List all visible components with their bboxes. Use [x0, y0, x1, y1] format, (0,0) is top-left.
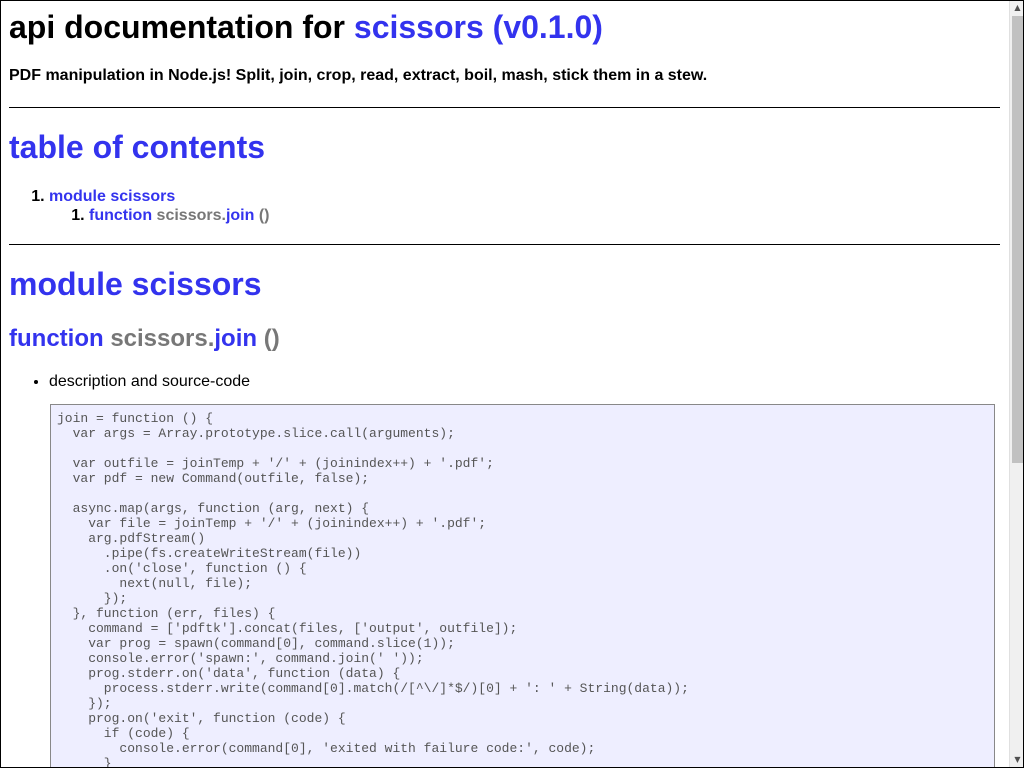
toc-list: module scissors function scissors.join (…	[9, 187, 269, 225]
function-keyword: function	[9, 325, 104, 352]
toc-link-module-scissors[interactable]: module scissors	[49, 188, 175, 205]
module-scissors-anchor[interactable]: module scissors	[9, 266, 262, 302]
toc-item-function: function scissors.join ()	[89, 206, 269, 225]
package-version-link[interactable]: scissors (v0.1.0)	[354, 9, 603, 45]
toc-function-name: join	[225, 207, 255, 224]
triangle-down-icon[interactable]: ▼	[1010, 753, 1023, 767]
toc-function-object: scissors.	[156, 207, 226, 224]
toc-function-parens: ()	[258, 207, 270, 224]
page-title: api documentation for scissors (v0.1.0)	[9, 9, 603, 46]
document-content: api documentation for scissors (v0.1.0) …	[1, 1, 1009, 767]
page-title-prefix: api documentation for	[9, 9, 345, 45]
toc-sublist: function scissors.join ()	[49, 206, 269, 225]
toc-function-keyword: function	[89, 207, 153, 224]
triangle-up-icon[interactable]: ▲	[1010, 1, 1023, 15]
description-list-item: description and source-code	[49, 372, 1001, 391]
divider-middle	[9, 244, 1000, 245]
function-parens: ()	[263, 325, 280, 352]
function-join-anchor[interactable]: function scissors.join ()	[9, 325, 280, 352]
module-heading: module scissors	[9, 266, 262, 303]
vertical-scrollbar[interactable]: ▲ ▼	[1009, 1, 1023, 767]
function-heading: function scissors.join ()	[9, 325, 280, 353]
toc-heading: table of contents	[9, 129, 266, 165]
function-detail-list: description and source-code	[9, 372, 1001, 391]
package-description: PDF manipulation in Node.js! Split, join…	[9, 67, 708, 84]
function-object: scissors.	[110, 325, 215, 352]
toc-item-module: module scissors function scissors.join (…	[49, 187, 269, 225]
source-code-block: join = function () { var args = Array.pr…	[50, 404, 995, 767]
toc-link-function-join[interactable]: function scissors.join ()	[89, 207, 269, 224]
description-label: description and source-code	[49, 373, 251, 390]
divider-top	[9, 107, 1000, 108]
scrollbar-thumb[interactable]	[1012, 16, 1023, 463]
browser-viewport: api documentation for scissors (v0.1.0) …	[0, 0, 1024, 768]
function-name: join	[214, 325, 258, 352]
